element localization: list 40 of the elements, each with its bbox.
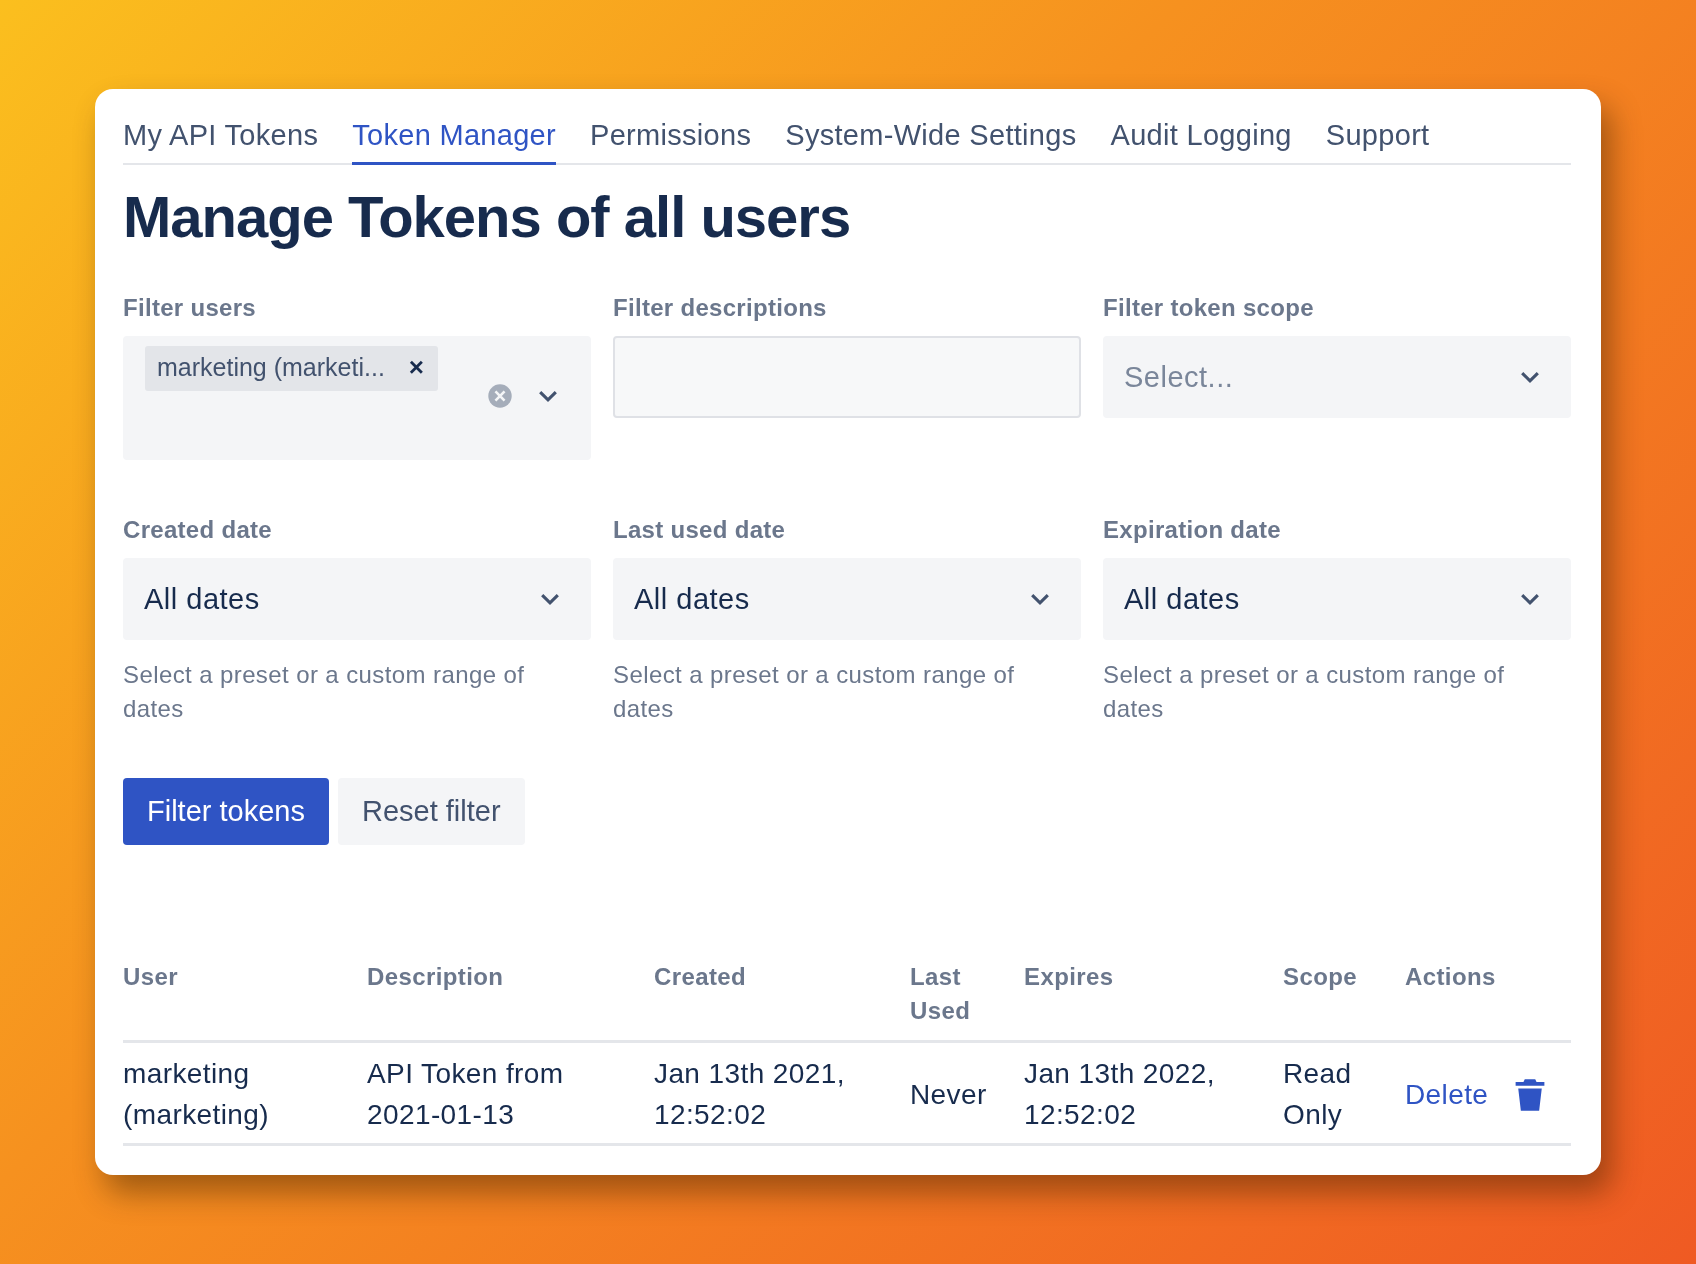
tab[interactable]: Audit Logging bbox=[1110, 119, 1292, 165]
remove-tag-button[interactable]: × bbox=[408, 352, 425, 383]
column-header: Last Used bbox=[910, 963, 971, 1024]
field-label: Filter descriptions bbox=[613, 294, 828, 322]
column-header: Actions bbox=[1405, 963, 1496, 990]
filter-button[interactable]: Filter tokens bbox=[123, 778, 329, 845]
field-label: Expiration date bbox=[1103, 516, 1282, 544]
field-label: Filter users bbox=[123, 294, 257, 322]
delete-link[interactable]: Delete bbox=[1405, 1079, 1489, 1111]
reset-button[interactable]: Reset filter bbox=[337, 778, 525, 845]
table-cell: Jan 13th 2021, 12:52:02 bbox=[654, 1058, 845, 1130]
field-label: Created date bbox=[123, 516, 273, 544]
column-header: Expires bbox=[1024, 963, 1114, 990]
column-header: Description bbox=[367, 963, 504, 990]
date-select-field[interactable]: All dates bbox=[123, 558, 591, 640]
column-header: Created bbox=[654, 963, 747, 990]
date-select-field[interactable]: All dates bbox=[613, 558, 1081, 640]
helper-text: Select a preset or a custom range of dates bbox=[123, 660, 526, 724]
helper-text: Select a preset or a custom range of dates bbox=[1103, 660, 1506, 724]
description-input-field[interactable] bbox=[613, 336, 1081, 418]
column-header: User bbox=[123, 963, 178, 990]
tab[interactable]: Permissions bbox=[590, 119, 752, 165]
tab[interactable]: System-Wide Settings bbox=[785, 119, 1077, 165]
field-label: Filter token scope bbox=[1103, 294, 1315, 322]
field-label: Last used date bbox=[613, 516, 787, 544]
user-select-field[interactable]: marketing (marketi... × bbox=[123, 336, 591, 460]
table-cell: marketing (marketing) bbox=[123, 1058, 269, 1130]
page-heading: Manage Tokens of all users bbox=[123, 183, 852, 250]
column-header: Scope bbox=[1283, 963, 1358, 990]
date-select-field[interactable]: All dates bbox=[1103, 558, 1571, 640]
tab[interactable]: My API Tokens bbox=[123, 119, 319, 165]
table-cell: Read Only bbox=[1283, 1058, 1352, 1130]
helper-text: Select a preset or a custom range of dates bbox=[613, 660, 1016, 724]
table-cell: API Token from 2021-01-13 bbox=[367, 1058, 564, 1130]
table-cell: Never bbox=[910, 1078, 987, 1110]
table-cell: Jan 13th 2022, 12:52:02 bbox=[1024, 1058, 1215, 1130]
trash-icon[interactable] bbox=[1514, 1078, 1547, 1113]
tab[interactable]: Support bbox=[1325, 119, 1430, 165]
tab[interactable]: Token Manager bbox=[352, 119, 556, 165]
tag-text: marketing (marketi... bbox=[157, 353, 385, 382]
